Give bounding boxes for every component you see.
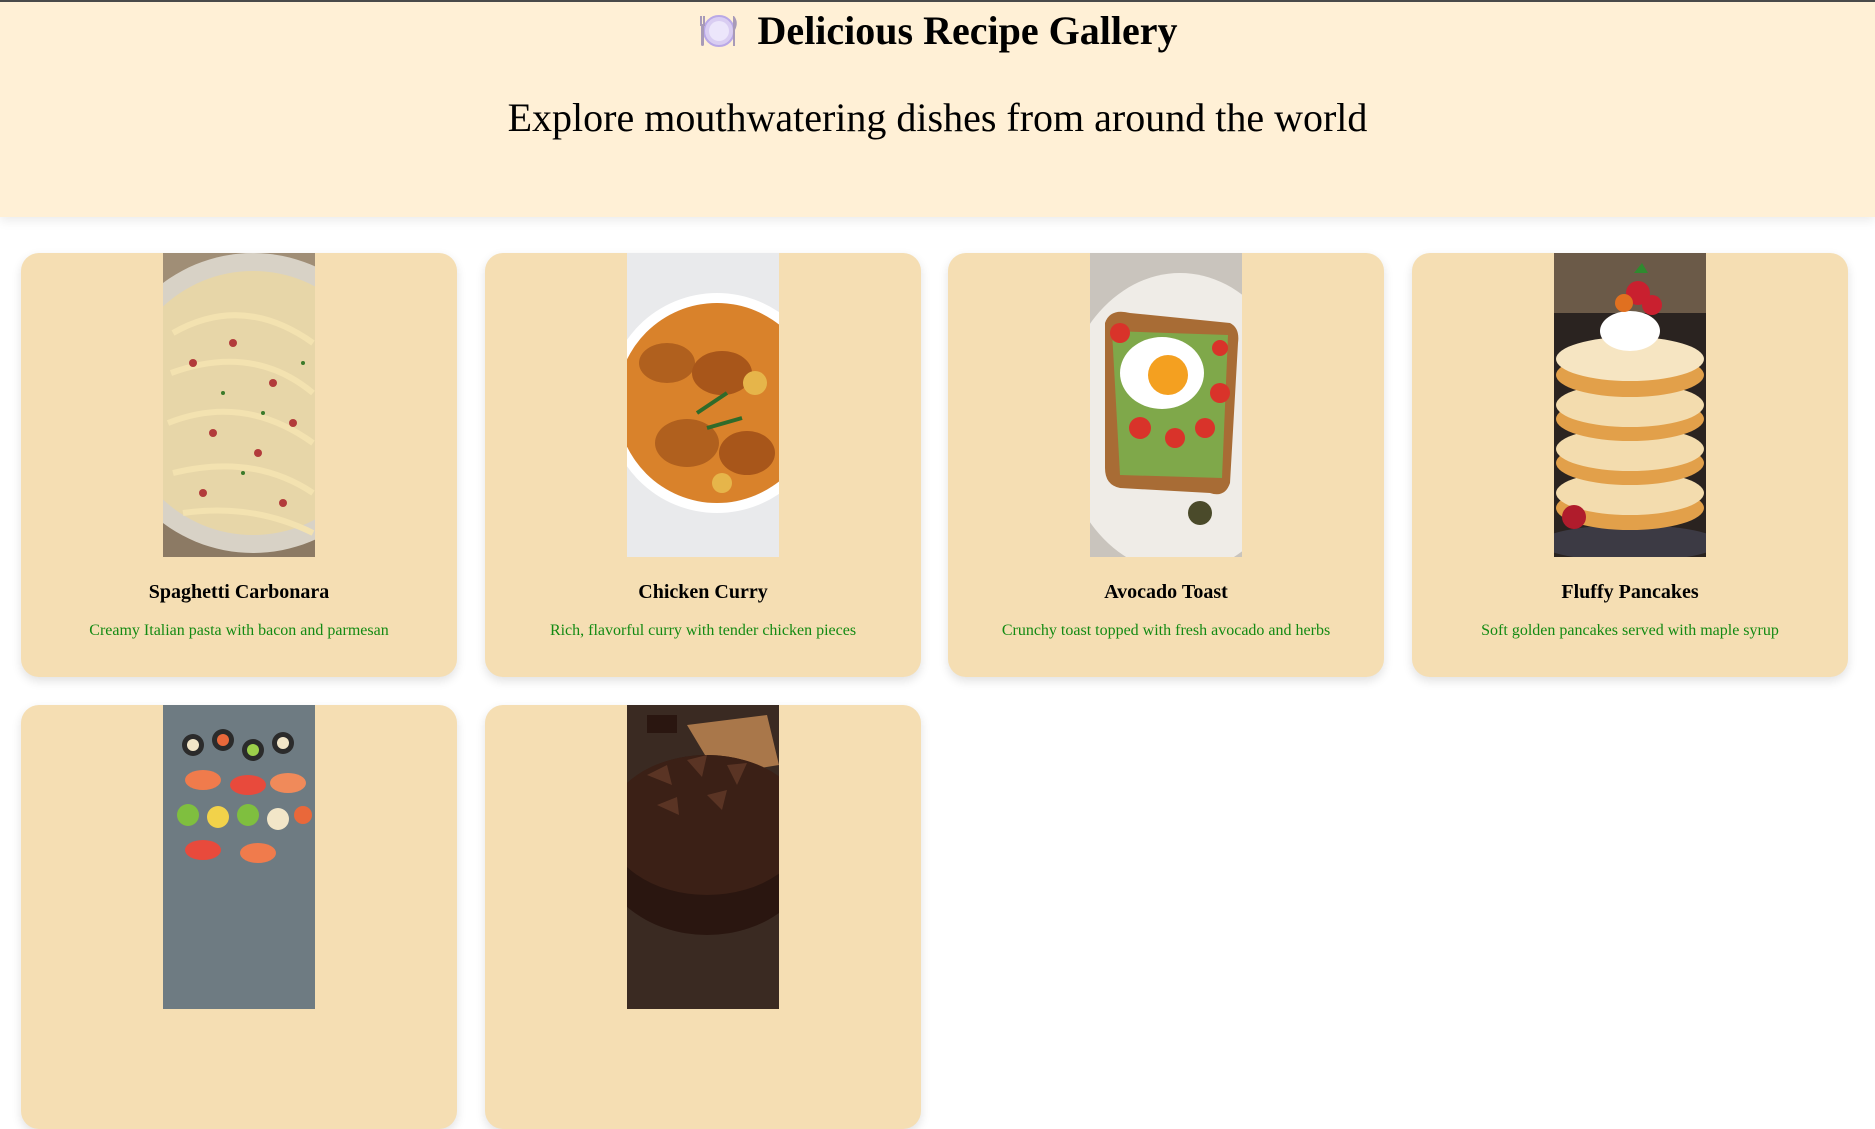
page-title: Delicious Recipe Gallery — [757, 8, 1178, 53]
fluffy-pancakes-photo — [1554, 253, 1706, 557]
page-header: Delicious Recipe Gallery Explore mouthwa… — [0, 0, 1875, 217]
recipe-description: Crunchy toast topped with fresh avocado … — [1001, 622, 1331, 639]
recipe-name: Avocado Toast — [1104, 581, 1228, 603]
recipe-name: Fluffy Pancakes — [1561, 581, 1699, 603]
recipe-description: Rich, flavorful curry with tender chicke… — [549, 622, 857, 639]
recipe-description: Soft golden pancakes served with maple s… — [1481, 622, 1779, 639]
recipe-description: Creamy Italian pasta with bacon and parm… — [89, 622, 389, 639]
recipe-card[interactable]: Fluffy Pancakes Soft golden pancakes ser… — [1412, 253, 1848, 677]
avocado-toast-photo — [1090, 253, 1242, 557]
spaghetti-carbonara-photo — [163, 253, 315, 557]
chicken-curry-photo — [627, 253, 779, 557]
plate-with-cutlery-icon — [699, 15, 737, 47]
recipe-card[interactable]: Chicken Curry Rich, flavorful curry with… — [485, 253, 921, 677]
page-subtitle: Explore mouthwatering dishes from around… — [507, 95, 1368, 140]
recipe-card[interactable] — [485, 705, 921, 1129]
recipe-name: Chicken Curry — [638, 581, 768, 603]
title-row: Delicious Recipe Gallery — [0, 8, 1875, 54]
chocolate-cake-photo — [627, 705, 779, 1009]
recipe-name: Spaghetti Carbonara — [148, 581, 330, 603]
recipe-card[interactable]: Spaghetti Carbonara Creamy Italian pasta… — [21, 253, 457, 677]
sushi-platter-photo — [163, 705, 315, 1009]
recipe-card[interactable] — [21, 705, 457, 1129]
recipe-card[interactable]: Avocado Toast Crunchy toast topped with … — [948, 253, 1384, 677]
